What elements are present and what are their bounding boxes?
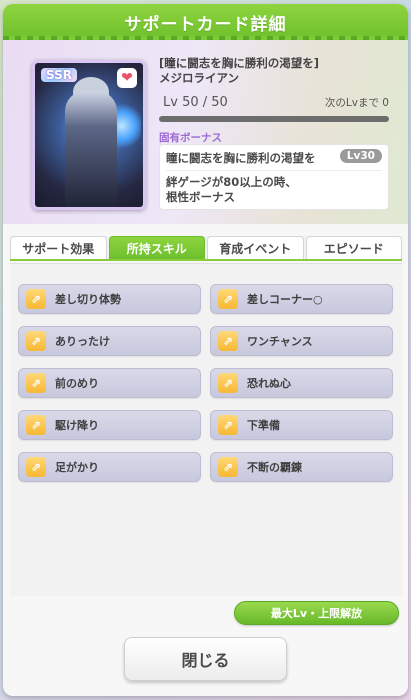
card-header: SSR ❤ [瞳に闘志を胸に勝利の渇望を] メジロライアン Lv 50 / 50… (3, 40, 408, 224)
skill-item[interactable]: ⇗ ワンチャンス (210, 326, 393, 356)
tab-episode[interactable]: エピソード (305, 236, 402, 259)
rarity-badge: SSR (41, 68, 77, 82)
skill-icon: ⇗ (26, 457, 46, 477)
tab-support-effect[interactable]: サポート効果 (10, 236, 107, 259)
skill-icon: ⇗ (218, 331, 238, 351)
tab-owned-skills[interactable]: 所持スキル (108, 236, 205, 259)
skill-name: ありったけ (55, 335, 110, 348)
skill-item[interactable]: ⇗ 恐れぬ心 (210, 368, 393, 398)
skill-icon: ⇗ (218, 289, 238, 309)
level-progress-bar (159, 116, 389, 122)
heart-icon[interactable]: ❤ (117, 68, 137, 88)
skill-icon: ⇗ (26, 331, 46, 351)
skill-icon: ⇗ (26, 289, 46, 309)
dialog-titlebar: サポートカード詳細 (3, 4, 408, 40)
skill-icon: ⇗ (26, 415, 46, 435)
close-button[interactable]: 閉じる (124, 637, 287, 681)
skills-list: ⇗ 差し切り体勢 ⇗ 差しコーナー○ ⇗ ありったけ ⇗ ワンチャンス ⇗ 前の… (10, 263, 402, 596)
unique-bonus-description-line2: 根性ボーナス (166, 190, 235, 204)
skill-item[interactable]: ⇗ 不断の覇錬 (210, 452, 393, 482)
unique-bonus-level-badge: Lv30 (339, 149, 382, 163)
skill-icon: ⇗ (218, 415, 238, 435)
dialog-title: サポートカード詳細 (124, 14, 287, 35)
unique-bonus-label: 固有ボーナス (159, 132, 222, 144)
max-level-unlock-button[interactable]: 最大Lv・上限解放 (234, 601, 399, 625)
level-row: Lv 50 / 50 次のLvまで 0 (159, 90, 389, 114)
skill-icon: ⇗ (218, 457, 238, 477)
skill-item[interactable]: ⇗ 駆け降り (18, 410, 201, 440)
skill-name: 恐れぬ心 (247, 377, 291, 390)
detail-tabs: サポート効果 所持スキル 育成イベント エピソード (10, 236, 402, 261)
unique-bonus-description: 絆ゲージが80以上の時、 根性ボーナス (166, 175, 297, 205)
skill-item[interactable]: ⇗ 足がかり (18, 452, 201, 482)
skill-item[interactable]: ⇗ 差し切り体勢 (18, 284, 201, 314)
skill-item[interactable]: ⇗ ありったけ (18, 326, 201, 356)
divider (166, 170, 382, 171)
skill-name: 前のめり (55, 377, 99, 390)
skill-name: ワンチャンス (247, 335, 313, 348)
skill-icon: ⇗ (26, 373, 46, 393)
unique-bonus-name: 瞳に闘志を胸に勝利の渇望を (166, 151, 316, 165)
skill-icon: ⇗ (218, 373, 238, 393)
skill-name: 差し切り体勢 (55, 293, 121, 306)
card-name: メジロライアン (159, 71, 240, 85)
card-artwork[interactable]: SSR ❤ (32, 60, 146, 210)
unique-bonus-description-line1: 絆ゲージが80以上の時、 (166, 175, 297, 189)
tab-training-events[interactable]: 育成イベント (207, 236, 304, 259)
skill-name: 下準備 (247, 419, 280, 432)
skill-name: 駆け降り (55, 419, 99, 432)
support-card-detail-dialog: サポートカード詳細 SSR ❤ [瞳に闘志を胸に勝利の渇望を] メジロライアン … (3, 4, 408, 696)
card-art-character (65, 91, 117, 207)
unique-bonus-box: 瞳に闘志を胸に勝利の渇望を Lv30 絆ゲージが80以上の時、 根性ボーナス (159, 144, 389, 210)
skill-name: 差しコーナー○ (247, 293, 323, 306)
skill-name: 足がかり (55, 461, 99, 474)
skill-item[interactable]: ⇗ 差しコーナー○ (210, 284, 393, 314)
next-level-text: 次のLvまで 0 (324, 96, 389, 109)
skill-name: 不断の覇錬 (247, 461, 302, 474)
card-subtitle: [瞳に闘志を胸に勝利の渇望を] (159, 56, 320, 70)
level-text: Lv 50 / 50 (163, 94, 228, 110)
skill-item[interactable]: ⇗ 前のめり (18, 368, 201, 398)
skill-item[interactable]: ⇗ 下準備 (210, 410, 393, 440)
